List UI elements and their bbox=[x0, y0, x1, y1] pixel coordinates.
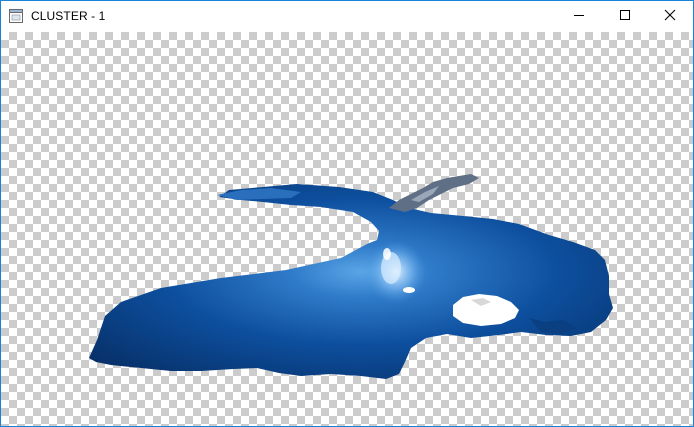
rocky-fragment bbox=[389, 174, 479, 212]
window-app-icon bbox=[9, 9, 23, 23]
minimize-button[interactable] bbox=[556, 1, 602, 32]
small-hole bbox=[403, 287, 415, 293]
app-window: CLUSTER - 1 bbox=[0, 0, 694, 427]
water-cluster-image bbox=[89, 174, 613, 379]
maximize-button[interactable] bbox=[602, 1, 648, 32]
close-icon bbox=[664, 8, 676, 26]
image-canvas[interactable] bbox=[1, 32, 693, 426]
window-title: CLUSTER - 1 bbox=[31, 9, 106, 23]
minimize-icon bbox=[573, 8, 585, 26]
close-button[interactable] bbox=[647, 1, 693, 32]
maximize-icon bbox=[619, 8, 631, 26]
water-region-main bbox=[89, 184, 613, 379]
title-bar[interactable]: CLUSTER - 1 bbox=[1, 1, 693, 32]
